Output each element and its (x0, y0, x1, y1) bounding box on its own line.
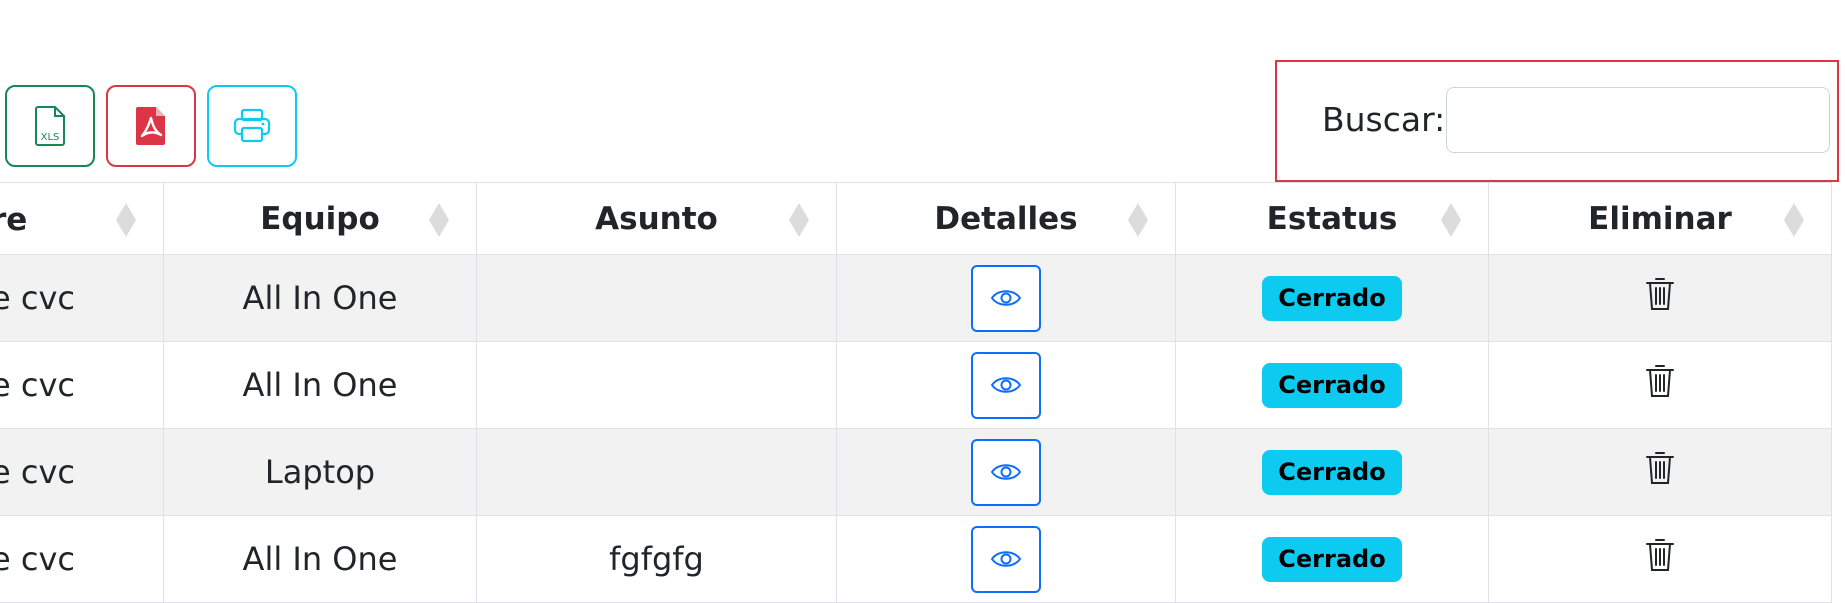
xls-file-icon: XLS (35, 106, 65, 146)
cell-detalles (836, 254, 1176, 342)
print-button[interactable] (207, 85, 297, 167)
view-details-button[interactable] (971, 351, 1041, 419)
sort-icon (789, 203, 809, 237)
cell-asunto (476, 254, 837, 342)
cell-nombre: e cvc (0, 341, 164, 429)
cell-eliminar (1488, 428, 1832, 516)
trash-icon[interactable] (1645, 363, 1675, 399)
status-badge: Cerrado (1262, 536, 1402, 582)
column-header-label: Eliminar (1588, 200, 1732, 237)
view-details-button[interactable] (971, 438, 1041, 506)
sort-icon (116, 203, 136, 237)
cell-equipo: All In One (163, 515, 477, 603)
cell-detalles (836, 515, 1176, 603)
column-header-label: Estatus (1266, 200, 1398, 237)
xls-icon-text: XLS (41, 132, 60, 143)
eye-icon (990, 377, 1022, 393)
column-header-asunto[interactable]: Asunto (476, 182, 837, 255)
search-container: Buscar: (1275, 60, 1839, 182)
table-row: e cvc Laptop Cerrado (0, 428, 1832, 516)
status-badge: Cerrado (1262, 362, 1402, 408)
cell-nombre: e cvc (0, 515, 164, 603)
column-header-eliminar[interactable]: Eliminar (1488, 182, 1832, 255)
export-xls-button[interactable]: XLS (5, 85, 95, 167)
export-pdf-button[interactable] (106, 85, 196, 167)
cell-equipo: All In One (163, 254, 477, 342)
eye-icon (990, 551, 1022, 567)
sort-icon (429, 203, 449, 237)
cell-eliminar (1488, 254, 1832, 342)
eye-icon (990, 290, 1022, 306)
table-row: e cvc All In One Cerrado (0, 341, 1832, 429)
printer-icon (233, 108, 271, 143)
cell-estatus: Cerrado (1175, 341, 1489, 429)
view-details-button[interactable] (971, 525, 1041, 593)
column-header-label: Detalles (934, 200, 1078, 237)
table-row: e cvc All In One fgfgfg Cerrado (0, 515, 1832, 603)
search-label: Buscar: (1322, 100, 1446, 139)
column-header-label: Asunto (595, 200, 718, 237)
tickets-table: re Equipo Asunto Detalles Estatus Elimin… (0, 182, 1832, 603)
cell-asunto: fgfgfg (476, 515, 837, 603)
search-input[interactable] (1446, 87, 1830, 153)
cell-equipo: Laptop (163, 428, 477, 516)
trash-icon[interactable] (1645, 450, 1675, 486)
column-header-equipo[interactable]: Equipo (163, 182, 477, 255)
column-header-estatus[interactable]: Estatus (1175, 182, 1489, 255)
status-badge: Cerrado (1262, 275, 1402, 321)
cell-asunto (476, 428, 837, 516)
cell-equipo: All In One (163, 341, 477, 429)
cell-nombre: e cvc (0, 428, 164, 516)
sort-icon (1784, 203, 1804, 237)
view-details-button[interactable] (971, 264, 1041, 332)
column-header-nombre[interactable]: re (0, 182, 164, 255)
pdf-file-icon (136, 107, 165, 145)
trash-icon[interactable] (1645, 276, 1675, 312)
cell-asunto (476, 341, 837, 429)
cell-detalles (836, 428, 1176, 516)
trash-icon[interactable] (1645, 537, 1675, 573)
column-header-label: Equipo (260, 200, 380, 237)
eye-icon (990, 464, 1022, 480)
cell-nombre: e cvc (0, 254, 164, 342)
cell-eliminar (1488, 515, 1832, 603)
table-header-row: re Equipo Asunto Detalles Estatus Elimin… (0, 182, 1832, 255)
cell-detalles (836, 341, 1176, 429)
cell-eliminar (1488, 341, 1832, 429)
column-header-label: re (0, 202, 28, 238)
status-badge: Cerrado (1262, 449, 1402, 495)
sort-icon (1128, 203, 1148, 237)
cell-estatus: Cerrado (1175, 515, 1489, 603)
column-header-detalles[interactable]: Detalles (836, 182, 1176, 255)
cell-estatus: Cerrado (1175, 428, 1489, 516)
cell-estatus: Cerrado (1175, 254, 1489, 342)
table-row: e cvc All In One Cerrado (0, 254, 1832, 342)
sort-icon (1441, 203, 1461, 237)
